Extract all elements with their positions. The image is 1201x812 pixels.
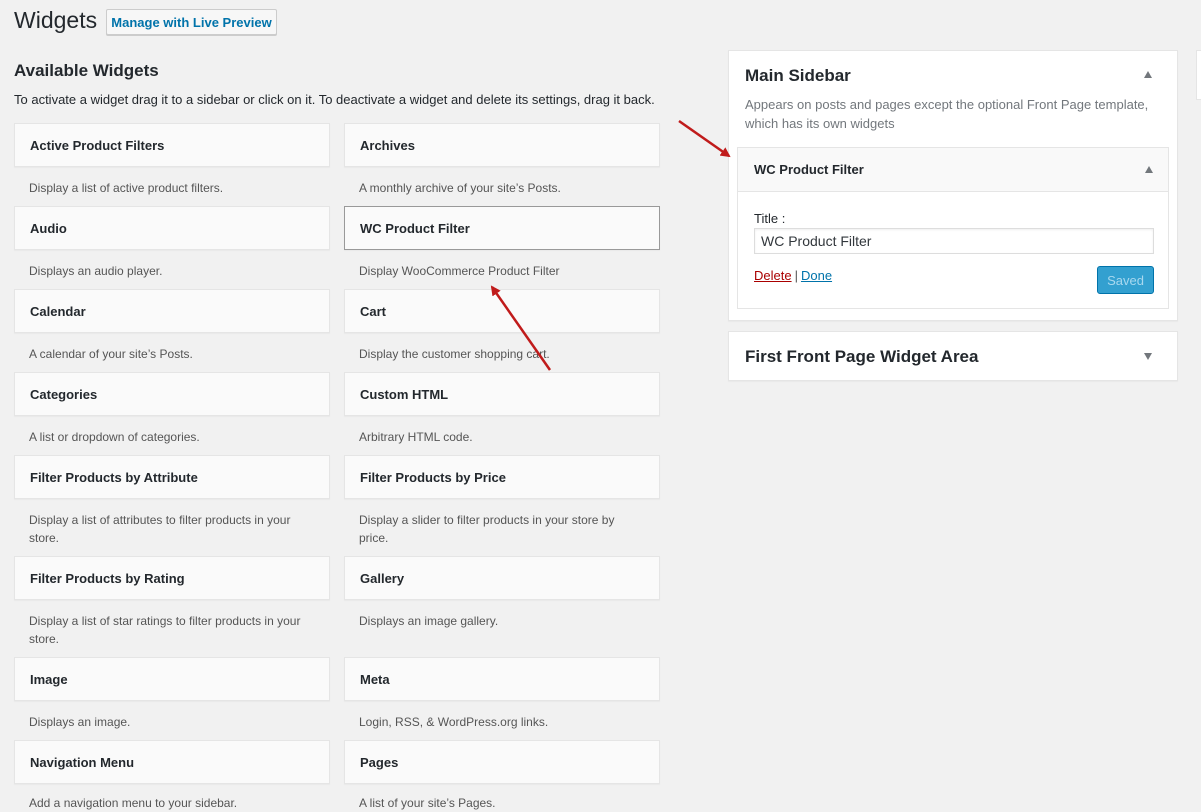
widget-description: Display a list of attributes to filter p… [29, 513, 291, 545]
manage-live-preview-button[interactable]: Manage with Live Preview [106, 9, 277, 35]
widget-description: Displays an audio player. [29, 264, 163, 278]
widget-description: Display the customer shopping cart. [359, 347, 550, 361]
title-field-label: Title : [754, 211, 786, 226]
widget-description: Display WooCommerce Product Filter [359, 264, 560, 278]
sidebar-widget-header[interactable]: WC Product Filter [738, 148, 1168, 192]
widget-audio[interactable]: Audio [14, 206, 330, 250]
collapse-widget-icon[interactable] [1145, 166, 1153, 173]
widget-image[interactable]: Image [14, 657, 330, 701]
main-sidebar-description: Appears on posts and pages except the op… [745, 97, 1149, 131]
delete-link[interactable]: Delete [754, 268, 792, 283]
widget-archives[interactable]: Archives [344, 123, 660, 167]
widget-description: Display a list of star ratings to filter… [29, 614, 301, 646]
action-separator: | [794, 268, 798, 283]
sidebar-widget-title: WC Product Filter [754, 162, 864, 177]
done-link[interactable]: Done [801, 268, 832, 283]
widget-filter-products-by-attribute[interactable]: Filter Products by Attribute [14, 455, 330, 499]
arrow-to-sidebar-widget-icon [678, 119, 731, 158]
main-sidebar-title[interactable]: Main Sidebar [745, 66, 851, 86]
page-title: Widgets [14, 7, 98, 33]
widget-filter-products-by-price[interactable]: Filter Products by Price [344, 455, 660, 499]
widget-description: A list of your site’s Pages. [359, 796, 496, 810]
offscreen-sidebar-edge [1196, 50, 1201, 100]
widget-actions: Delete | Done [754, 268, 832, 283]
widget-gallery[interactable]: Gallery [344, 556, 660, 600]
widget-filter-products-by-rating[interactable]: Filter Products by Rating [14, 556, 330, 600]
widget-description: A calendar of your site’s Posts. [29, 347, 193, 361]
first-front-page-widget-area: First Front Page Widget Area [728, 331, 1178, 381]
widget-wc-product-filter[interactable]: WC Product Filter [344, 206, 660, 250]
title-input[interactable] [754, 228, 1154, 254]
widget-navigation-menu[interactable]: Navigation Menu [14, 740, 330, 784]
widget-description: Login, RSS, & WordPress.org links. [359, 715, 549, 729]
main-sidebar: Main Sidebar Appears on posts and pages … [728, 50, 1178, 321]
widget-pages[interactable]: Pages [344, 740, 660, 784]
widget-calendar[interactable]: Calendar [14, 289, 330, 333]
widget-meta[interactable]: Meta [344, 657, 660, 701]
expand-toggle-icon[interactable] [1144, 353, 1152, 360]
saved-button[interactable]: Saved [1097, 266, 1154, 294]
widget-description: A list or dropdown of categories. [29, 430, 200, 444]
collapse-toggle-icon[interactable] [1144, 71, 1152, 78]
widget-description: A monthly archive of your site’s Posts. [359, 181, 561, 195]
widget-description: Display a slider to filter products in y… [359, 513, 615, 545]
widget-description: Add a navigation menu to your sidebar. [29, 796, 238, 810]
widget-cart[interactable]: Cart [344, 289, 660, 333]
widget-area-title[interactable]: First Front Page Widget Area [745, 347, 978, 367]
widget-description: Arbitrary HTML code. [359, 430, 473, 444]
widget-custom-html[interactable]: Custom HTML [344, 372, 660, 416]
widget-active-product-filters[interactable]: Active Product Filters [14, 123, 330, 167]
widget-description: Displays an image gallery. [359, 614, 499, 628]
widget-categories[interactable]: Categories [14, 372, 330, 416]
available-widgets-title: Available Widgets [14, 61, 159, 80]
widget-description: Display a list of active product filters… [29, 181, 224, 195]
widget-description: Displays an image. [29, 715, 131, 729]
available-widgets-description: To activate a widget drag it to a sideba… [14, 92, 655, 107]
sidebar-widget-wc-product-filter: WC Product Filter Title : Delete|Done Sa… [737, 147, 1169, 309]
